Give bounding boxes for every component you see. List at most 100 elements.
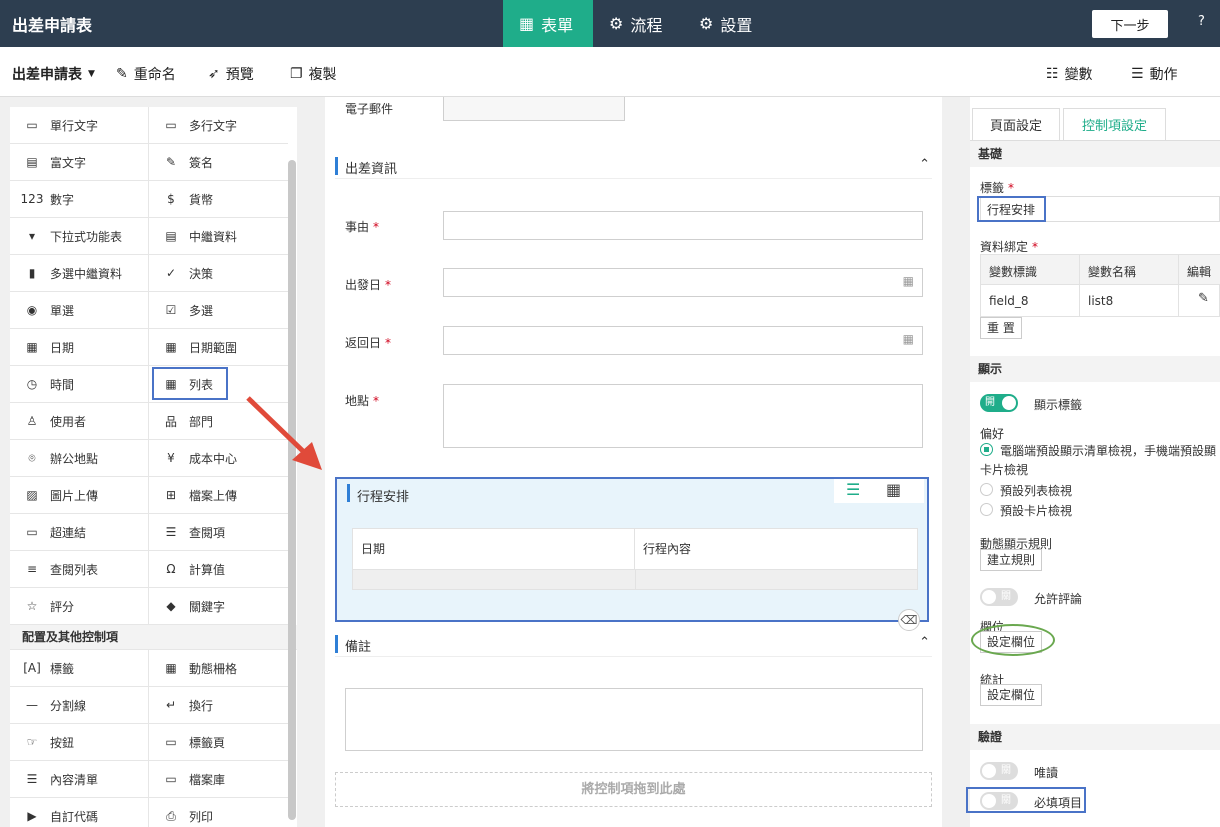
palette-item[interactable]: ☰ 查閱項 xyxy=(149,514,288,551)
trash-icon[interactable]: ⌫ xyxy=(898,609,920,631)
palette-item[interactable]: ◷ 時間 xyxy=(10,366,149,403)
palette-item[interactable]: ⊞ 檔案上傳 xyxy=(149,477,288,514)
tab-page-settings[interactable]: 頁面設定 xyxy=(972,108,1060,140)
palette-item[interactable]: ▭ 標籤頁 xyxy=(149,724,288,761)
default-card-radio[interactable] xyxy=(980,503,993,516)
depart-label: 出發日 * xyxy=(345,278,392,292)
depart-date-input[interactable]: ▦ xyxy=(443,268,923,297)
palette-item[interactable]: ▦ 日期 xyxy=(10,329,149,366)
card-view-icon[interactable]: ▦ xyxy=(886,480,901,499)
copy-button[interactable]: ❐ 複製 xyxy=(290,64,337,84)
palette-item[interactable]: ▾ 下拉式功能表 xyxy=(10,218,149,255)
palette-item[interactable]: ▶ 自訂代碼 xyxy=(10,798,149,827)
form-name-dropdown[interactable]: 出差申請表 ▼ xyxy=(12,64,95,84)
table-control-highlight xyxy=(152,367,228,400)
palette-scrollbar[interactable] xyxy=(288,160,296,820)
palette-item[interactable]: ▨ 圖片上傳 xyxy=(10,477,149,514)
section-bar xyxy=(335,157,338,175)
palette-item[interactable]: ⎙ 列印 xyxy=(149,798,288,827)
palette-item[interactable]: Ω 計算值 xyxy=(149,551,288,588)
notes-section[interactable]: 備註 ⌃ xyxy=(335,633,932,657)
palette-item[interactable]: ▦ 動態柵格 xyxy=(149,650,288,687)
tag-icon: ◆ xyxy=(166,599,176,613)
itinerary-table-control[interactable]: 行程安排 ☰ ▦ 日期 行程內容 ⌫ xyxy=(335,477,929,631)
place-textarea[interactable] xyxy=(443,384,923,448)
trip-info-section[interactable]: 出差資訊 ⌃ xyxy=(335,155,932,179)
palette-item[interactable]: 123 數字 xyxy=(10,181,149,218)
chevron-up-icon[interactable]: ⌃ xyxy=(919,635,930,650)
pref-radio-selected[interactable] xyxy=(980,443,993,456)
section-bar xyxy=(347,484,350,502)
palette-item-label: 查閱項 xyxy=(189,525,226,540)
allow-comment-text: 允許評論 xyxy=(1034,592,1083,606)
palette-item[interactable]: $ 貨幣 xyxy=(149,181,288,218)
section-bar xyxy=(335,635,338,653)
reason-input[interactable] xyxy=(443,211,923,240)
palette-item[interactable]: ▤ 中繼資料 xyxy=(149,218,288,255)
palette-item[interactable]: — 分割線 xyxy=(10,687,149,724)
palette-item[interactable]: ▤ 富文字 xyxy=(10,144,149,181)
actions-button[interactable]: ☰ 動作 xyxy=(1131,64,1178,84)
palette-item[interactable]: ◆ 關鍵字 xyxy=(149,588,288,625)
palette-item-label: 多選 xyxy=(189,303,214,318)
palette-item[interactable]: ▦ 日期範圍 xyxy=(149,329,288,366)
palette-item[interactable]: ♙ 使用者 xyxy=(10,403,149,440)
show-label-toggle[interactable]: 開 xyxy=(980,394,1018,412)
palette-item[interactable]: ▭ 多行文字 xyxy=(149,107,288,144)
palette-item[interactable]: ▭ 超連結 xyxy=(10,514,149,551)
palette-item[interactable]: ▮ 多選中繼資料 xyxy=(10,255,149,292)
palette-item[interactable]: ◉ 單選 xyxy=(10,292,149,329)
palette-item[interactable]: ☰ 內容清單 xyxy=(10,761,149,798)
palette-item[interactable]: ▭ 單行文字 xyxy=(10,107,149,144)
calendar-icon[interactable]: ▦ xyxy=(903,332,914,346)
palette-item[interactable]: ▭ 檔案庫 xyxy=(149,761,288,798)
rename-button[interactable]: ✎ 重命名 xyxy=(116,64,176,84)
org-chart-icon: 品 xyxy=(164,414,177,429)
variables-button[interactable]: ☷ 變數 xyxy=(1046,64,1093,84)
palette-item[interactable]: ☞ 按鈕 xyxy=(10,724,149,761)
tab-form[interactable]: ▦ 表單 xyxy=(503,0,593,47)
next-step-button[interactable]: 下一步 xyxy=(1092,10,1168,38)
label-value: 行程安排 xyxy=(987,203,1036,217)
palette-item[interactable]: ⌾ 辦公地點 xyxy=(10,440,149,477)
readonly-toggle[interactable]: 關 xyxy=(980,762,1018,780)
calendar-icon[interactable]: ▦ xyxy=(903,274,914,288)
palette-item[interactable]: ☑ 多選 xyxy=(149,292,288,329)
palette-item-label: 日期 xyxy=(50,340,75,355)
folder-icon: ▭ xyxy=(165,772,177,786)
default-list-radio[interactable] xyxy=(980,483,993,496)
help-icon[interactable]: ? xyxy=(1198,14,1205,29)
clock-icon: ◷ xyxy=(26,377,38,391)
create-rule-button[interactable]: 建立規則 xyxy=(980,549,1043,571)
tab-settings[interactable]: ⚙ 設置 xyxy=(683,0,768,47)
stats-set-columns-button[interactable]: 設定欄位 xyxy=(980,684,1043,706)
palette-item-label: 內容清單 xyxy=(50,772,99,787)
palette-item[interactable]: ≡ 查閱列表 xyxy=(10,551,149,588)
palette-item[interactable]: ☆ 評分 xyxy=(10,588,149,625)
tab-control-settings[interactable]: 控制項設定 xyxy=(1063,108,1166,140)
palette-item-label: 檔案上傳 xyxy=(189,488,238,503)
palette-item[interactable]: ✓ 決策 xyxy=(149,255,288,292)
arrow-line xyxy=(246,396,308,456)
preview-button[interactable]: ➶ 預覽 xyxy=(208,64,254,84)
email-field[interactable] xyxy=(443,97,625,121)
preference-label: 偏好 xyxy=(980,427,1005,441)
table-col-header: 日期 xyxy=(353,529,635,569)
palette-item[interactable]: ↵ 換行 xyxy=(149,687,288,724)
allow-comment-toggle[interactable]: 關 xyxy=(980,588,1018,606)
list-view-icon[interactable]: ☰ xyxy=(846,480,860,499)
reset-button[interactable]: 重 置 xyxy=(980,317,1022,339)
palette-item[interactable]: ✎ 簽名 xyxy=(149,144,288,181)
tab-flow[interactable]: ⚙ 流程 xyxy=(593,0,678,47)
app-title: 出差申請表 xyxy=(12,16,93,35)
palette-item-label: 多行文字 xyxy=(189,118,238,133)
chevron-up-icon[interactable]: ⌃ xyxy=(919,157,930,172)
palette-item-label: 標籤頁 xyxy=(189,735,226,750)
drop-zone[interactable]: 將控制項拖到此處 xyxy=(335,772,932,807)
palette-item[interactable]: [A] 標籤 xyxy=(10,650,149,687)
palette-item-label: 數字 xyxy=(50,192,75,207)
return-date-input[interactable]: ▦ xyxy=(443,326,923,355)
notes-textarea[interactable] xyxy=(345,688,923,751)
palette-item-label: 富文字 xyxy=(50,155,87,170)
edit-pencil-icon[interactable]: ✎ xyxy=(1198,291,1209,306)
